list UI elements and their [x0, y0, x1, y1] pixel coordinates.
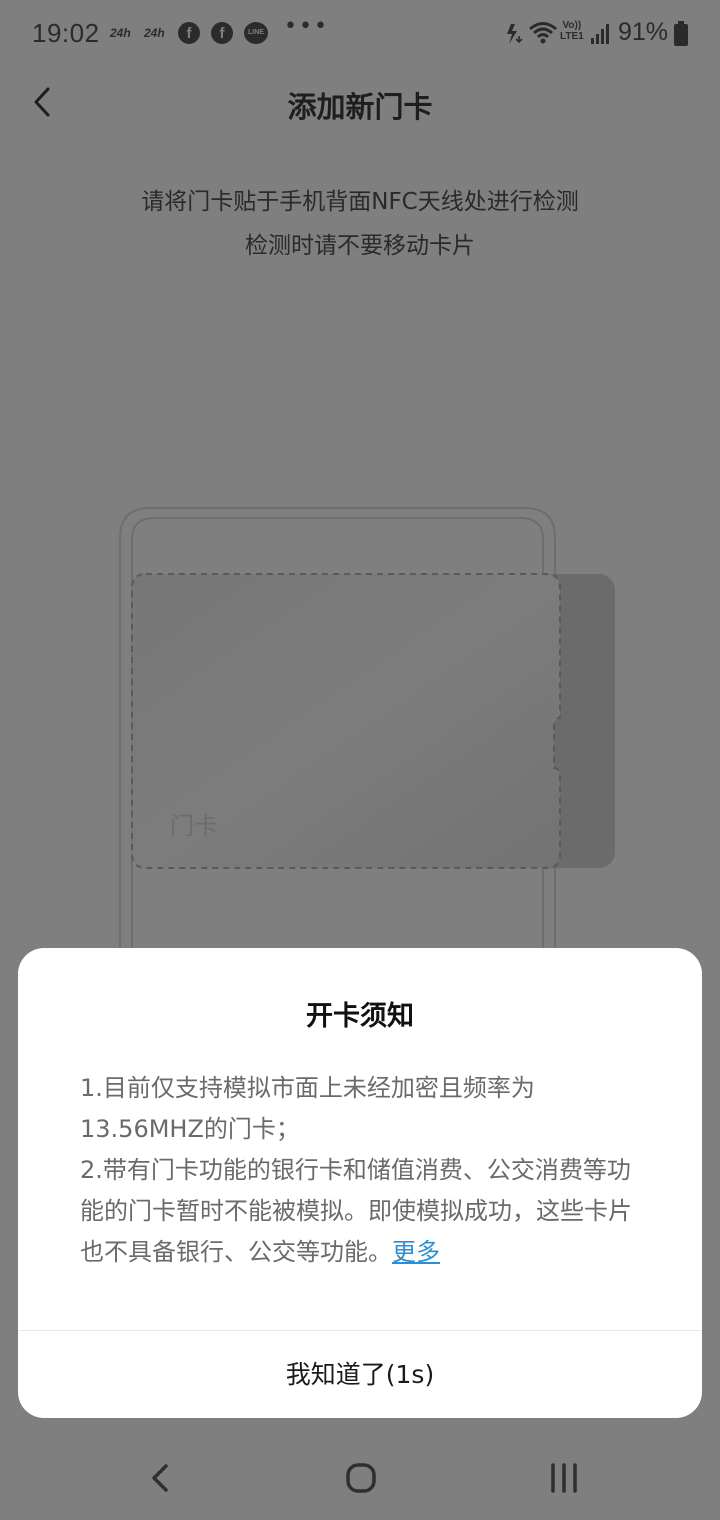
more-link[interactable]: 更多 [392, 1238, 440, 1266]
volte-lte-icon: Vo)) LTE1 [560, 20, 584, 42]
facebook-icon: f [178, 22, 200, 44]
status-bar: 19:02 24h 24h f f LINE ••• Vo)) LTE1 91% [0, 0, 720, 70]
battery-percentage: 91% [617, 18, 668, 46]
acknowledge-button[interactable]: 我知道了(1s) [18, 1331, 702, 1418]
nfc-card-illustration: 门卡 [119, 507, 615, 960]
nav-home-icon[interactable] [337, 1454, 385, 1502]
nav-recents-icon[interactable] [540, 1454, 588, 1502]
lte-label: LTE1 [560, 31, 584, 42]
page-title: 添加新门卡 [287, 90, 433, 124]
nav-back-icon[interactable] [136, 1454, 184, 1502]
data-transfer-icon [507, 24, 523, 44]
app-header: 添加新门卡 [0, 70, 720, 136]
instruction-line: 请将门卡贴于手机背面NFC天线处进行检测 [141, 189, 579, 215]
facebook-icon: f [211, 22, 233, 44]
line-app-icon: LINE [244, 22, 268, 44]
notification-24h-icon: 24h [110, 26, 131, 40]
more-notifications-icon: ••• [284, 14, 329, 39]
card-notice-dialog: 开卡须知 1.目前仅支持模拟市面上未经加密且频率为13.56MHZ的门卡； 2.… [18, 948, 702, 1418]
nfc-instructions: 请将门卡贴于手机背面NFC天线处进行检测 检测时请不要移动卡片 [0, 180, 720, 268]
card-label: 门卡 [170, 812, 218, 840]
dialog-body: 1.目前仅支持模拟市面上未经加密且频率为13.56MHZ的门卡； 2.带有门卡功… [80, 1068, 650, 1273]
signal-strength-icon [591, 24, 609, 44]
dialog-title: 开卡须知 [306, 1001, 414, 1032]
wifi-icon [529, 22, 557, 44]
battery-icon [674, 21, 688, 46]
status-time: 19:02 [32, 18, 100, 48]
notification-24h-icon: 24h [144, 26, 165, 40]
instruction-line: 检测时请不要移动卡片 [245, 233, 475, 259]
volte-label: Vo)) [562, 20, 582, 31]
system-navigation-bar [0, 1436, 720, 1520]
dialog-body-text: 1.目前仅支持模拟市面上未经加密且频率为13.56MHZ的门卡； 2.带有门卡功… [80, 1074, 632, 1266]
